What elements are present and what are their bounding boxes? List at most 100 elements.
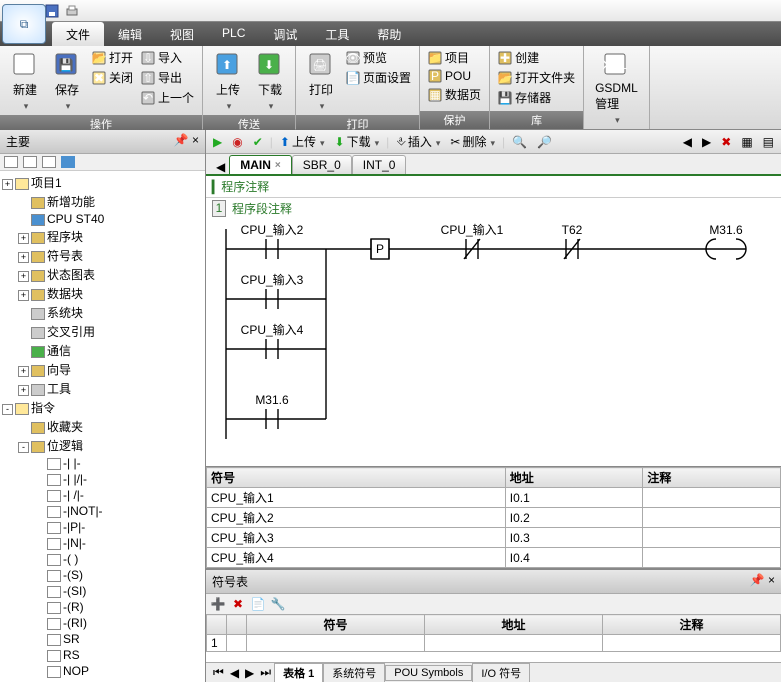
tree-node[interactable]: 通信 xyxy=(2,341,203,360)
save-button[interactable]: 💾保存 xyxy=(48,48,86,115)
tb-misc-icon[interactable]: 🔍 xyxy=(509,134,530,150)
app-button[interactable]: ⧉ xyxy=(2,4,46,44)
prev-button[interactable]: ↶上一个 xyxy=(139,88,196,107)
tree-node[interactable]: NOP xyxy=(2,663,203,679)
table-row[interactable]: 1 xyxy=(207,635,781,652)
bp-add-icon[interactable]: ➕ xyxy=(210,596,226,612)
stop-icon[interactable]: ◉ xyxy=(229,134,245,150)
tree-node[interactable]: +项目1 xyxy=(2,173,203,192)
run-icon[interactable]: ▶ xyxy=(210,134,225,150)
tree-node[interactable]: +符号表 xyxy=(2,246,203,265)
menu-tab-编辑[interactable]: 编辑 xyxy=(104,22,156,46)
project-tree[interactable]: +项目1新增功能CPU ST40+程序块+符号表+状态图表+数据块系统块交叉引用… xyxy=(0,171,205,682)
tree-node[interactable]: CPU ST40 xyxy=(2,211,203,227)
doc-tab-SBR_0[interactable]: SBR_0 xyxy=(292,155,352,174)
datapage-button[interactable]: ▦数据页 xyxy=(426,85,483,104)
table-row[interactable]: CPU_输入1I0.1 xyxy=(207,488,781,508)
bp-del-icon[interactable]: ✖ xyxy=(230,596,246,612)
panel-pin-icon[interactable]: 📌 × xyxy=(750,573,775,590)
print-button[interactable]: 🖨打印 xyxy=(302,48,340,115)
gsdml-button[interactable]: XMLGSDML管理 xyxy=(590,48,643,129)
tree-tb-icon[interactable] xyxy=(42,156,56,168)
insert-button[interactable]: ⎀插入 xyxy=(393,132,443,151)
upload-button[interactable]: ⬆上传 xyxy=(209,48,247,115)
doc-tab-MAIN[interactable]: MAIN× xyxy=(229,155,292,174)
tree-node[interactable]: -位逻辑 xyxy=(2,436,203,455)
col-header[interactable]: 地址 xyxy=(425,615,603,635)
ladder-symbol-table[interactable]: 符号地址注释CPU_输入1I0.1CPU_输入2I0.2CPU_输入3I0.3C… xyxy=(206,466,781,568)
menu-tab-调试[interactable]: 调试 xyxy=(259,22,311,46)
sheet-tab[interactable]: POU Symbols xyxy=(385,665,472,681)
tree-node[interactable]: -|P|- xyxy=(2,519,203,535)
tb-tile-icon[interactable]: ▤ xyxy=(760,134,777,150)
tb-tile-icon[interactable]: ▦ xyxy=(738,134,755,150)
tree-node[interactable]: 系统块 xyxy=(2,303,203,322)
tree-node[interactable]: 收藏夹 xyxy=(2,417,203,436)
tree-node[interactable]: 交叉引用 xyxy=(2,322,203,341)
col-header[interactable]: 地址 xyxy=(505,468,643,488)
tree-node[interactable]: +工具 xyxy=(2,379,203,398)
pou-button[interactable]: PPOU xyxy=(426,68,483,84)
tree-node[interactable]: SR xyxy=(2,631,203,647)
page-button[interactable]: 📄页面设置 xyxy=(344,68,413,87)
sheet-next-icon[interactable]: ▶ xyxy=(242,666,257,680)
table-row[interactable]: CPU_输入4I0.4 xyxy=(207,548,781,568)
col-header[interactable]: 注释 xyxy=(643,468,781,488)
create-button[interactable]: ✚创建 xyxy=(496,48,577,67)
openfolder-button[interactable]: 📂打开文件夹 xyxy=(496,68,577,87)
tree-node[interactable]: -指令 xyxy=(2,398,203,417)
qa-print-icon[interactable] xyxy=(64,3,80,19)
col-header[interactable] xyxy=(207,615,227,635)
sheet-tab[interactable]: I/O 符号 xyxy=(472,663,530,682)
check-icon[interactable]: ✔ xyxy=(250,134,266,150)
ladder-diagram[interactable]: CPU_输入2 P CPU_输入1 T62 M31.6 CPU_输入3 CPU_… xyxy=(206,219,766,449)
sheet-prev-icon[interactable]: ◀ xyxy=(227,666,242,680)
menu-tab-视图[interactable]: 视图 xyxy=(156,22,208,46)
col-header[interactable]: 注释 xyxy=(603,615,781,635)
doc-tab-INT_0[interactable]: INT_0 xyxy=(352,155,407,174)
sheet-last-icon[interactable]: ⏭ xyxy=(257,665,274,680)
tree-node[interactable]: -|NOT|- xyxy=(2,503,203,519)
tab-scroll-left-icon[interactable]: ◀ xyxy=(212,160,229,174)
import-button[interactable]: ⇩导入 xyxy=(139,48,196,67)
tree-tb-icon[interactable] xyxy=(61,156,75,168)
menu-tab-工具[interactable]: 工具 xyxy=(311,22,363,46)
tree-node[interactable]: 新增功能 xyxy=(2,192,203,211)
project-button[interactable]: 📁项目 xyxy=(426,48,483,67)
open-button[interactable]: 📂打开 xyxy=(90,48,135,67)
col-header[interactable]: 符号 xyxy=(207,468,506,488)
panel-pin-icon[interactable]: 📌 × xyxy=(174,133,199,150)
bp-misc-icon[interactable]: 📄 xyxy=(250,596,266,612)
tb-close-icon[interactable]: ✖ xyxy=(718,134,734,150)
tree-tb-icon[interactable] xyxy=(4,156,18,168)
tree-node[interactable]: -(RI) xyxy=(2,615,203,631)
qa-save-icon[interactable] xyxy=(44,3,60,19)
tree-node[interactable]: -(S) xyxy=(2,567,203,583)
tree-tb-icon[interactable] xyxy=(23,156,37,168)
menu-tab-文件[interactable]: 文件 xyxy=(52,22,104,46)
tree-node[interactable]: +数据块 xyxy=(2,284,203,303)
download-button[interactable]: ⬇下载 xyxy=(332,132,383,151)
tb-nav-icon[interactable]: ▶ xyxy=(699,134,714,150)
tree-node[interactable]: +状态图表 xyxy=(2,265,203,284)
tree-node[interactable]: -| |/|- xyxy=(2,471,203,487)
close-button[interactable]: ✖关闭 xyxy=(90,68,135,87)
menu-tab-帮助[interactable]: 帮助 xyxy=(363,22,415,46)
menu-tab-PLC[interactable]: PLC xyxy=(208,22,259,46)
col-header[interactable] xyxy=(227,615,247,635)
delete-button[interactable]: ✂删除 xyxy=(447,132,498,151)
tree-node[interactable]: -| |- xyxy=(2,455,203,471)
storage-button[interactable]: 💾存储器 xyxy=(496,88,577,107)
sheet-tab[interactable]: 系统符号 xyxy=(323,663,385,682)
tb-nav-icon[interactable]: ◀ xyxy=(680,134,695,150)
download-button[interactable]: ⬇下载 xyxy=(251,48,289,115)
ladder-editor[interactable]: ▎程序注释 1 程序段注释 xyxy=(206,176,781,466)
table-row[interactable]: CPU_输入3I0.3 xyxy=(207,528,781,548)
tree-node[interactable]: -|N|- xyxy=(2,535,203,551)
upload-button[interactable]: ⬆上传 xyxy=(277,132,328,151)
table-row[interactable]: CPU_输入2I0.2 xyxy=(207,508,781,528)
bp-misc-icon[interactable]: 🔧 xyxy=(270,596,286,612)
tree-node[interactable]: +向导 xyxy=(2,360,203,379)
export-button[interactable]: ⇧导出 xyxy=(139,68,196,87)
sheet-first-icon[interactable]: ⏮ xyxy=(210,665,227,680)
